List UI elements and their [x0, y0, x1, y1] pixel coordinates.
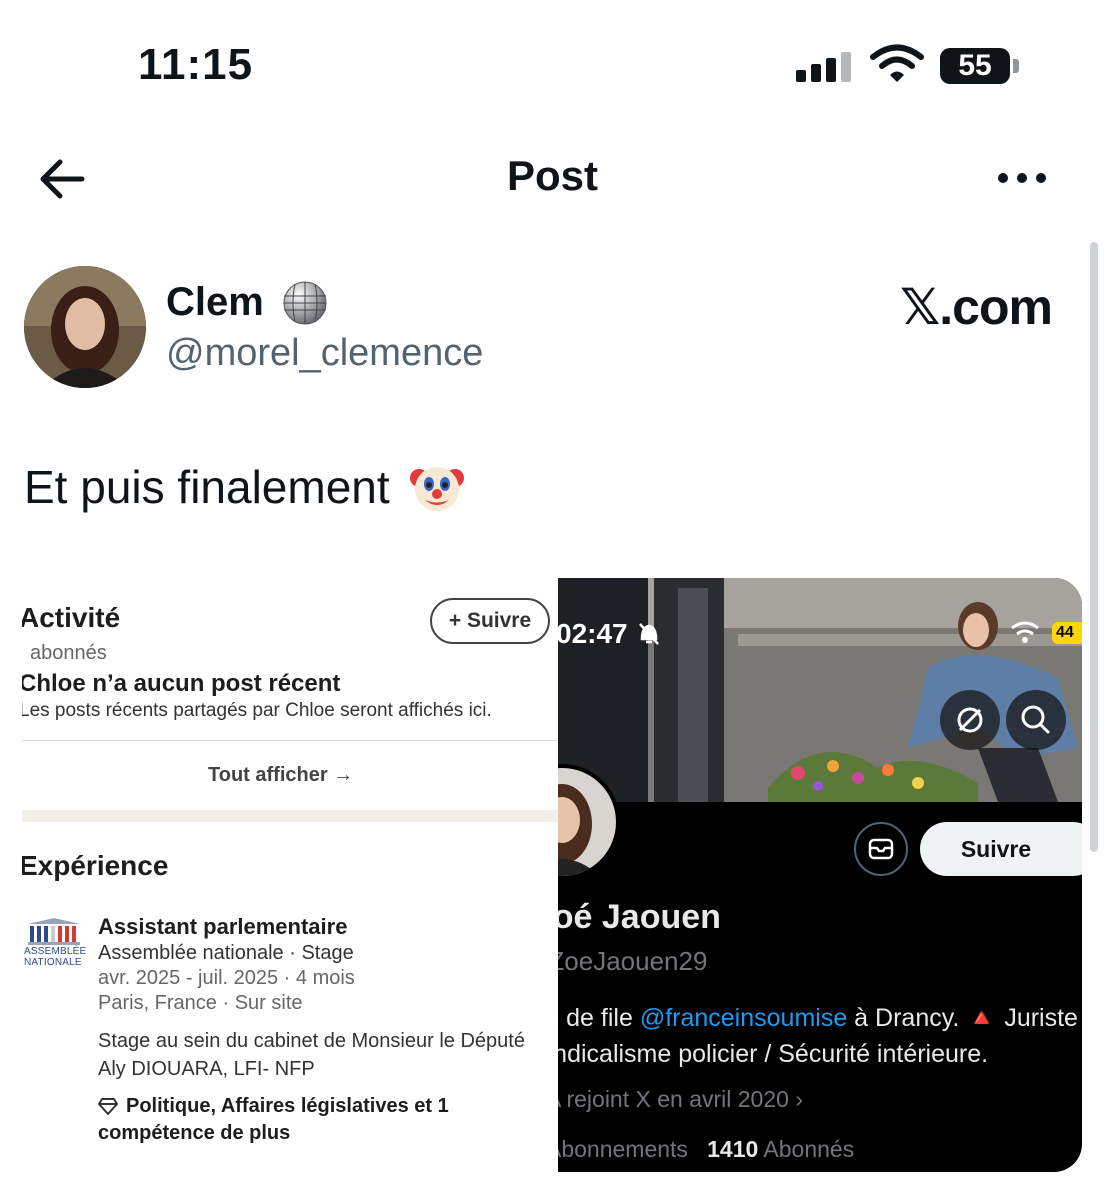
status-time: 11:15 [138, 40, 254, 89]
followers-label: abonnés [30, 642, 107, 664]
follow-label: Suivre [466, 609, 532, 632]
author-handle[interactable]: @morel_clemence [166, 332, 483, 375]
bio-mention-link[interactable]: @franceinsoumise [640, 1004, 847, 1032]
divider [22, 740, 558, 741]
more-button[interactable] [996, 162, 1048, 194]
no-recent-heading: Chloe n’a aucun post récent [22, 670, 341, 697]
search-button[interactable] [1006, 690, 1066, 750]
follow-button[interactable]: Suivre [920, 822, 1082, 876]
profile-bio: Cheffe de file @franceinsoumise à Drancy… [558, 1004, 1078, 1033]
message-button[interactable] [854, 822, 908, 876]
profile-name: Zoé Jaouen [558, 898, 721, 936]
post-text: Et puis finalement [24, 461, 390, 513]
assemblee-logo: ASSEMBLÉE NATIONALE [24, 918, 87, 976]
job-dates: avr. 2025 - juil. 2025 · 4 mois [98, 967, 355, 989]
skills-diamond-icon [98, 1096, 118, 1116]
disco-ball-icon [282, 280, 328, 326]
more-icon [998, 173, 1046, 183]
bell-slash-icon [638, 622, 660, 646]
battery-icon: 55 [940, 48, 1010, 84]
x-watermark: 𝕏.com [900, 279, 1053, 335]
show-all-link[interactable]: Tout afficher → [208, 764, 353, 787]
profile-joined[interactable]: A rejoint X en avril 2020 › [558, 1086, 803, 1113]
job-skills-line2[interactable]: compétence de plus [98, 1122, 290, 1145]
job-organization: Assemblée nationale · Stage [98, 942, 354, 964]
battery-level: 55 [958, 49, 992, 82]
job-location: Paris, France · Sur site [98, 992, 303, 1014]
linkedin-screenshot: Activité + Suivre abonnés Chloe n’a aucu… [22, 578, 558, 1178]
logo-text: ASSEMBLÉE NATIONALE [24, 946, 87, 968]
status-time: 02:47 [558, 618, 628, 649]
clown-face-icon [410, 460, 464, 514]
experience-title: Expérience [22, 850, 169, 881]
wifi-icon [870, 44, 924, 84]
profile-handle: @ZoeJaouen29 [558, 946, 708, 976]
wifi-icon [1010, 620, 1040, 644]
signal-icon [796, 52, 852, 82]
profile-banner [558, 578, 1082, 802]
page-title: Post [506, 152, 598, 199]
following-label[interactable]: Abonnements [558, 1136, 688, 1162]
job-description-line2: Aly DIOUARA, LFI- NFP [98, 1058, 315, 1080]
battery-icon: 44 [1052, 622, 1082, 644]
no-recent-description: Les posts récents partagés par Chloe ser… [22, 700, 492, 721]
profile-counts[interactable]: Abonnements 1410 Abonnés [558, 1136, 854, 1163]
job-skills[interactable]: Politique, Affaires législatives et 1 [126, 1095, 449, 1118]
search-icon [1021, 705, 1050, 734]
author-name[interactable]: Clem [166, 280, 264, 325]
scrollbar[interactable] [1090, 242, 1098, 852]
battery-cap [1013, 59, 1019, 73]
job-description: Stage au sein du cabinet de Monsieur le … [98, 1030, 525, 1052]
sync-button[interactable] [940, 690, 1000, 750]
bio-text: Cheffe de file [558, 1004, 633, 1032]
x-profile-screenshot: 02:47 44 Suivre Zoé Jaouen @ZoeJaouen29 … [558, 578, 1082, 1172]
followers-count[interactable]: 1410 [707, 1136, 758, 1162]
sync-icon [957, 707, 983, 733]
avatar[interactable] [24, 266, 146, 388]
envelope-icon [868, 838, 894, 860]
profile-bio-line2: Syndicalisme policier / Sécurité intérie… [558, 1040, 989, 1068]
follow-button[interactable]: + Suivre [430, 598, 550, 644]
section-separator [22, 810, 558, 822]
activity-title: Activité [22, 602, 121, 633]
followers-label[interactable]: Abonnés [763, 1136, 854, 1162]
bio-text-suffix: à Drancy. 🔺 Juriste [847, 1004, 1078, 1032]
job-title[interactable]: Assistant parlementaire [98, 914, 347, 940]
